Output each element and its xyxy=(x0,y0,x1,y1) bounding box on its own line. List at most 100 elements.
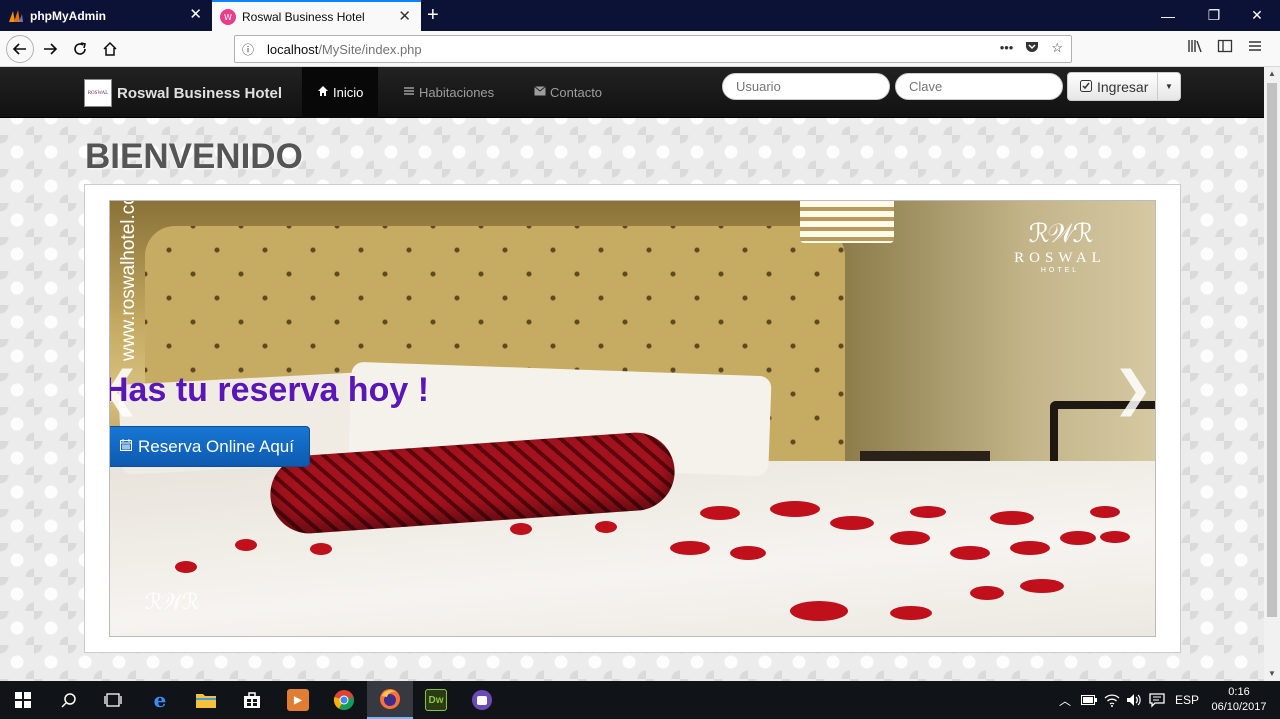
site-navbar: ROSWAL Roswal Business Hotel Inicio Habi… xyxy=(0,67,1264,118)
rose-petal xyxy=(770,501,820,517)
caret-down-icon: ▼ xyxy=(1165,82,1173,91)
rose-petal xyxy=(700,506,740,520)
tab-roswal[interactable]: W Roswal Business Hotel ✕ xyxy=(212,0,421,31)
task-view-icon[interactable] xyxy=(90,681,136,719)
start-button[interactable] xyxy=(0,681,46,719)
clock-time: 0:16 xyxy=(1228,686,1250,698)
roswal-monogram-icon: ℛ𝒲ℛ xyxy=(1028,219,1094,248)
phpmyadmin-icon xyxy=(8,8,24,24)
nav-link-habitaciones[interactable]: Habitaciones xyxy=(388,67,509,118)
rose-petal xyxy=(510,523,532,535)
close-tab-icon[interactable]: ✕ xyxy=(189,7,202,23)
reserve-online-button[interactable]: Reserva Online Aquí xyxy=(110,426,310,467)
roswal-hotel-logo: ℛ𝒲ℛ ROSWAL HOTEL xyxy=(990,219,1130,274)
battery-icon[interactable] xyxy=(1081,681,1097,719)
rose-petal xyxy=(790,601,848,621)
roswal-monogram-icon: ℛ𝒲ℛ xyxy=(145,589,199,614)
reload-icon xyxy=(74,42,86,55)
rose-petal xyxy=(1020,579,1064,593)
close-window-button[interactable]: ✕ xyxy=(1234,0,1280,31)
app-icon[interactable] xyxy=(459,681,505,719)
page-scrollbar[interactable]: ▲ ▼ xyxy=(1264,67,1280,681)
nav-label: Inicio xyxy=(333,85,364,100)
vertical-website-url: www.roswalhotel.com xyxy=(118,200,139,361)
new-tab-button[interactable]: + xyxy=(427,4,439,26)
rose-petal xyxy=(830,516,874,530)
login-dropdown-toggle[interactable]: ▼ xyxy=(1157,72,1181,101)
rose-petal xyxy=(670,541,710,555)
input-language[interactable]: ESP xyxy=(1175,681,1199,719)
envelope-icon xyxy=(534,86,546,99)
login-button-label: Ingresar xyxy=(1097,78,1149,95)
carousel-frame: ℛ𝒲ℛ ROSWAL HOTEL www.roswalhotel.com ℛ𝒲ℛ… xyxy=(84,184,1181,653)
login-button[interactable]: Ingresar xyxy=(1067,72,1158,101)
minimize-window-button[interactable]: — xyxy=(1145,0,1191,31)
file-explorer-icon[interactable] xyxy=(183,681,229,719)
rose-petal xyxy=(950,546,990,560)
rose-petal xyxy=(235,539,257,551)
rose-petal xyxy=(1060,531,1096,545)
edge-icon[interactable]: e xyxy=(137,681,183,719)
home-icon xyxy=(317,85,329,100)
tab-phpmyadmin[interactable]: phpMyAdmin ✕ xyxy=(0,0,212,31)
info-icon[interactable]: ⓘ xyxy=(235,41,261,58)
home-icon xyxy=(103,41,117,56)
pocket-icon[interactable] xyxy=(1025,40,1039,57)
store-icon[interactable] xyxy=(229,681,275,719)
windows-start-icon xyxy=(15,692,31,708)
home-button[interactable] xyxy=(96,35,124,63)
browser-tab-strip: phpMyAdmin ✕ W Roswal Business Hotel ✕ +… xyxy=(0,0,1280,31)
volume-icon[interactable] xyxy=(1126,681,1142,719)
carousel-caption: Has tu reserva hoy ! xyxy=(109,371,430,409)
wifi-icon[interactable] xyxy=(1104,681,1120,719)
show-hidden-icons-icon[interactable]: ︿ xyxy=(1059,681,1071,719)
restore-window-button[interactable]: ❐ xyxy=(1191,0,1237,31)
nav-link-inicio[interactable]: Inicio xyxy=(302,67,379,118)
menu-icon[interactable] xyxy=(1247,38,1263,57)
back-button[interactable] xyxy=(6,35,34,63)
system-clock[interactable]: 0:16 06/10/2017 xyxy=(1204,685,1274,715)
username-input[interactable] xyxy=(722,73,890,100)
bookmark-star-icon[interactable]: ☆ xyxy=(1051,40,1063,57)
media-player-icon[interactable]: ▶ xyxy=(275,681,321,719)
action-center-icon[interactable] xyxy=(1149,681,1165,719)
close-tab-icon[interactable]: ✕ xyxy=(398,9,411,25)
rose-petal xyxy=(890,531,930,545)
rose-petal xyxy=(1090,506,1120,518)
reload-button[interactable] xyxy=(66,35,94,63)
ceiling-lamp-image xyxy=(800,201,894,243)
nav-label: Contacto xyxy=(550,85,603,100)
rose-petal xyxy=(970,586,1004,600)
address-bar[interactable]: ⓘ localhost/MySite/index.php ••• ☆ xyxy=(234,35,1072,63)
chrome-icon[interactable] xyxy=(321,681,367,719)
hotel-carousel: ℛ𝒲ℛ ROSWAL HOTEL www.roswalhotel.com ℛ𝒲ℛ… xyxy=(109,200,1156,637)
search-icon[interactable] xyxy=(46,681,92,719)
scroll-up-icon[interactable]: ▲ xyxy=(1264,67,1280,81)
firefox-icon[interactable] xyxy=(367,681,413,719)
rose-petal xyxy=(1100,531,1130,543)
brand-name: Roswal Business Hotel xyxy=(117,84,283,102)
password-input[interactable] xyxy=(895,73,1063,100)
site-favicon-icon: W xyxy=(220,8,236,25)
rose-petal xyxy=(990,511,1034,525)
sidebar-icon[interactable] xyxy=(1217,38,1233,57)
forward-button[interactable] xyxy=(36,35,64,63)
scrollbar-thumb[interactable] xyxy=(1267,83,1277,617)
carousel-next-button[interactable]: ❯ xyxy=(1113,361,1153,417)
scroll-down-icon[interactable]: ▼ xyxy=(1264,667,1280,681)
site-brand[interactable]: ROSWAL Roswal Business Hotel xyxy=(84,75,282,111)
dreamweaver-icon[interactable]: Dw xyxy=(413,681,459,719)
url-text[interactable]: localhost/MySite/index.php xyxy=(267,42,422,57)
page-content: ROSWAL Roswal Business Hotel Inicio Habi… xyxy=(0,67,1264,681)
rose-petal xyxy=(890,606,932,620)
page-actions-icon[interactable]: ••• xyxy=(1000,40,1014,57)
windows-taskbar: e ▶ Dw ︿ ESP 0:16 06/10/2017 xyxy=(0,681,1280,719)
rose-petal xyxy=(310,543,332,555)
library-icon[interactable] xyxy=(1187,38,1203,57)
check-square-icon xyxy=(1080,79,1092,95)
list-icon xyxy=(403,85,415,100)
nav-link-contacto[interactable]: Contacto xyxy=(519,67,617,118)
reserve-button-label: Reserva Online Aquí xyxy=(138,436,294,456)
rose-petal xyxy=(595,521,617,533)
page-title: BIENVENIDO xyxy=(85,137,303,176)
